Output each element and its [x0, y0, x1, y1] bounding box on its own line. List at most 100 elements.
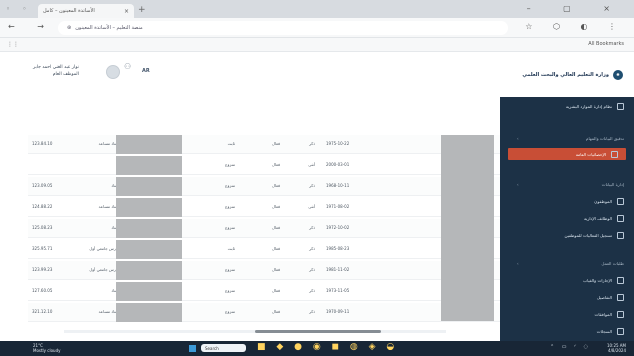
employee-number: 123.09.05 — [32, 183, 53, 188]
sidebar-item-details[interactable]: التفاصيل — [500, 291, 634, 303]
refresh-icon — [617, 231, 624, 239]
birth-date: 1973-11-05 — [326, 288, 350, 293]
chevron-icon: ‹ — [517, 260, 519, 266]
gender: ذكر — [309, 141, 315, 146]
contract-type: متزوج — [224, 225, 235, 230]
chevron-icon: ‹ — [517, 181, 519, 187]
sidebar-item-statistics[interactable]: الإحصائيات العامة — [508, 148, 626, 160]
sidebar-item-records[interactable]: السجلات — [500, 325, 634, 337]
ministry-title: وزارة التعليم العالي والبحث العلمي — [522, 71, 609, 78]
bookmarks-bar: ⋮⋮ All Bookmarks — [0, 38, 634, 52]
table-row[interactable]: 123.09.05 أستاذ متزوج فعال ذكر 1968-10-1… — [28, 177, 500, 196]
sidebar-item-leaves[interactable]: الإجازات والغياب — [500, 274, 634, 286]
table-row[interactable]: 127.60.05 أستاذ متزوج فعال ذكر 1973-11-0… — [28, 282, 500, 301]
contract-type: متزوج — [224, 183, 235, 188]
browser-toolbar-icons[interactable]: ☆ ⬡ ◐ ⋮ — [525, 22, 625, 31]
gender: ذكر — [309, 183, 315, 188]
window-controls[interactable]: – ▢ × — [527, 4, 625, 13]
browser-tab-strip: ◦ ◦ ◦ الأساتذة المعينون – كامل × + – ▢ × — [0, 0, 634, 18]
windows-taskbar: 21°C Mostly cloudy Search ■ ◆ ● ◉ ◼ ◍ ◈ … — [0, 341, 634, 356]
tab-close-icon[interactable]: × — [124, 8, 129, 15]
apps-icon[interactable]: ⋮⋮ — [7, 41, 19, 48]
windows-start-icon[interactable] — [189, 345, 196, 352]
sidebar-item-label: الوظائف الإدارية — [583, 215, 612, 221]
address-bar[interactable]: ⊛ منصة التعليم – الأساتذة المعينون — [58, 21, 508, 35]
site-info-icon[interactable]: ⊛ — [67, 25, 71, 31]
table-row[interactable]: 123.99.23 مدرس جامعي أول متزوج فعال ذكر … — [28, 261, 500, 280]
browser-tab[interactable]: الأساتذة المعينون – كامل × — [38, 4, 134, 18]
contract-type: متزوج — [224, 288, 235, 293]
new-tab-button[interactable]: + — [138, 5, 146, 15]
employee-status: فعال — [272, 246, 280, 251]
scrollbar-thumb[interactable] — [255, 330, 381, 333]
grid-icon — [617, 293, 624, 301]
file-icon — [617, 214, 624, 222]
ministry-logo-area[interactable]: وزارة التعليم العالي والبحث العلمي ✺ — [500, 52, 634, 97]
sidebar-item-label: إدارة البيانات — [601, 181, 624, 187]
tab-title: الأساتذة المعينون – كامل — [43, 8, 95, 14]
sidebar-item-label: تدقيق البيانات والمهام — [585, 135, 624, 141]
employee-number: 125.08.23 — [32, 225, 53, 230]
employee-number: 325.95.71 — [32, 246, 53, 251]
weather-description: Mostly cloudy — [33, 348, 61, 353]
employee-status: فعال — [272, 225, 280, 230]
user-menu-icon[interactable]: ⚇ — [124, 62, 131, 71]
table-row[interactable]: 124.88.22 أستاذ مساعد متزوج فعال أنثى 19… — [28, 198, 500, 217]
horizontal-scrollbar[interactable] — [64, 330, 446, 333]
users-icon — [617, 197, 624, 205]
employee-status: فعال — [272, 288, 280, 293]
redacted-column — [441, 135, 494, 321]
plus-icon — [617, 327, 624, 335]
sidebar-item-label: الموظفون — [594, 198, 612, 204]
job-title: أستاذ مساعد — [98, 309, 120, 314]
job-title: أستاذ — [76, 183, 120, 188]
language-selector[interactable]: AR — [142, 68, 150, 74]
sidebar-item-activity-log[interactable]: تسجيل الفعاليات للموظفين — [500, 229, 634, 241]
table-row[interactable]: 325.95.71 مدرس جامعي أول ثابت فعال ذكر 1… — [28, 240, 500, 259]
birth-date: 1972-10-02 — [326, 225, 350, 230]
user-block[interactable]: نوار عبد الغني احمد جابر الموظف العام — [33, 64, 79, 78]
taskbar-app-icons[interactable]: ■ ◆ ● ◉ ◼ ◍ ◈ ◒ — [257, 342, 398, 352]
taskbar-search[interactable]: Search — [201, 344, 246, 352]
contract-type: ثابت — [227, 141, 235, 146]
list-icon — [617, 310, 624, 318]
employee-number: 123.84.10 — [32, 141, 53, 146]
sidebar-item-employees[interactable]: الموظفون — [500, 195, 634, 207]
file-icon — [617, 276, 624, 284]
employee-number: 321.12.10 — [32, 309, 53, 314]
address-row: ← → ↻ ⊛ منصة التعليم – الأساتذة المعينون… — [0, 18, 634, 38]
redacted-name — [116, 303, 182, 322]
clock[interactable]: 10:25 AM 4/8/2024 — [607, 343, 626, 353]
system-tray-icons[interactable]: ⌃ ▭ ◜ ◌ — [550, 344, 591, 350]
job-title: مدرس جامعي أول — [89, 267, 120, 272]
birth-date: 1981-11-02 — [326, 267, 350, 272]
all-bookmarks-link[interactable]: All Bookmarks — [588, 41, 624, 47]
job-title: أستاذ — [76, 288, 120, 293]
gender: أنثى — [308, 162, 315, 167]
sidebar-item-label: نظام إدارة الموارد البشرية — [565, 103, 612, 109]
birth-date: 1985-08-23 — [326, 246, 350, 251]
sidebar-section-data-review[interactable]: ‹ تدقيق البيانات والمهام — [500, 132, 634, 144]
gender: ذكر — [309, 288, 315, 293]
url-text: منصة التعليم – الأساتذة المعينون — [75, 25, 143, 31]
sidebar-item-approvals[interactable]: الموافقات — [500, 308, 634, 320]
document-icon — [611, 150, 618, 158]
weather-widget[interactable]: 21°C Mostly cloudy — [33, 343, 61, 353]
sidebar-item-hr-system[interactable]: نظام إدارة الموارد البشرية — [500, 100, 634, 112]
table-row[interactable]: متزوج فعال أنثى 2000-03-01 — [28, 156, 500, 175]
redacted-name — [116, 177, 182, 196]
birth-date: 1970-09-11 — [326, 309, 350, 314]
table-row[interactable]: 125.08.23 أستاذ متزوج فعال ذكر 1972-10-0… — [28, 219, 500, 238]
clock-date: 4/8/2024 — [608, 348, 626, 353]
ministry-logo-icon: ✺ — [613, 69, 623, 80]
sidebar-section-data-management[interactable]: ‹ إدارة البيانات — [500, 178, 634, 190]
contract-type: متزوج — [224, 162, 235, 167]
job-title: أستاذ مساعد — [98, 141, 120, 146]
table-row[interactable]: 321.12.10 أستاذ مساعد متزوج فعال ذكر 197… — [28, 303, 500, 322]
table-row[interactable]: 123.84.10 أستاذ مساعد ثابت فعال ذكر 1975… — [28, 135, 500, 154]
avatar[interactable] — [106, 65, 120, 79]
contract-type: متزوج — [224, 204, 235, 209]
sidebar-section-work-requests[interactable]: ‹ طلبات العمل — [500, 257, 634, 269]
gender: ذكر — [309, 225, 315, 230]
sidebar-item-admin-jobs[interactable]: الوظائف الإدارية — [500, 212, 634, 224]
